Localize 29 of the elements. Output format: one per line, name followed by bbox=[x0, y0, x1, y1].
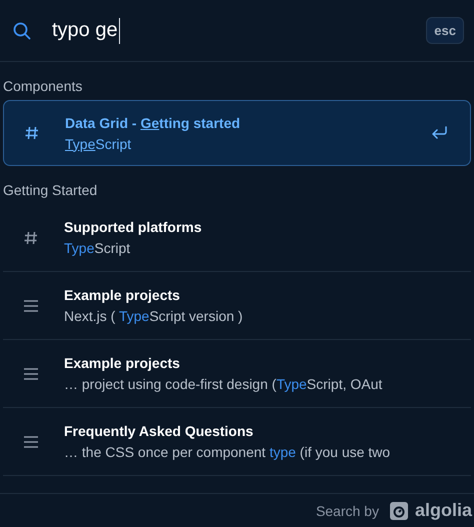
result-subtitle: TypeScript bbox=[65, 136, 132, 152]
result-item[interactable]: Frequently Asked Questions … the CSS once per component type (if you use two bbox=[3, 408, 471, 476]
result-title: Example projects bbox=[64, 287, 181, 303]
result-item[interactable]: Example projects … project using code-first design (TypeScript, OAut bbox=[3, 340, 471, 408]
search-input[interactable]: typo ge bbox=[52, 19, 118, 42]
result-title: Supported platforms bbox=[64, 219, 203, 235]
result-subtitle: … the CSS once per component type (if you use two bbox=[64, 444, 392, 460]
result-title: Data Grid - Getting started bbox=[65, 114, 242, 130]
enter-icon bbox=[430, 126, 448, 140]
section-label: Components bbox=[2, 77, 84, 96]
result-subtitle: … project using code-first design (TypeScript, OAut bbox=[64, 376, 384, 392]
hash-icon bbox=[24, 125, 40, 141]
list-icon bbox=[23, 366, 39, 380]
algolia-logo-icon bbox=[388, 500, 409, 520]
esc-key[interactable]: esc bbox=[426, 17, 464, 44]
result-title: Example projects bbox=[64, 355, 181, 371]
section-label: Getting Started bbox=[2, 181, 98, 200]
result-subtitle: TypeScript bbox=[64, 240, 132, 256]
hash-icon bbox=[23, 230, 39, 246]
list-icon bbox=[23, 434, 39, 448]
algolia-label: algolia bbox=[414, 500, 472, 521]
result-item[interactable]: Data Grid - Getting started TypeScript bbox=[3, 100, 471, 166]
search-by-label: Search by bbox=[316, 502, 379, 518]
result-item[interactable]: Example projects Next.js ( TypeScript version ) bbox=[3, 272, 471, 340]
result-subtitle: Next.js ( TypeScript version ) bbox=[64, 308, 244, 324]
result-item[interactable]: Supported platforms TypeScript bbox=[3, 204, 471, 272]
list-icon bbox=[23, 298, 39, 312]
search-icon bbox=[12, 20, 32, 40]
result-title: Frequently Asked Questions bbox=[64, 423, 254, 439]
